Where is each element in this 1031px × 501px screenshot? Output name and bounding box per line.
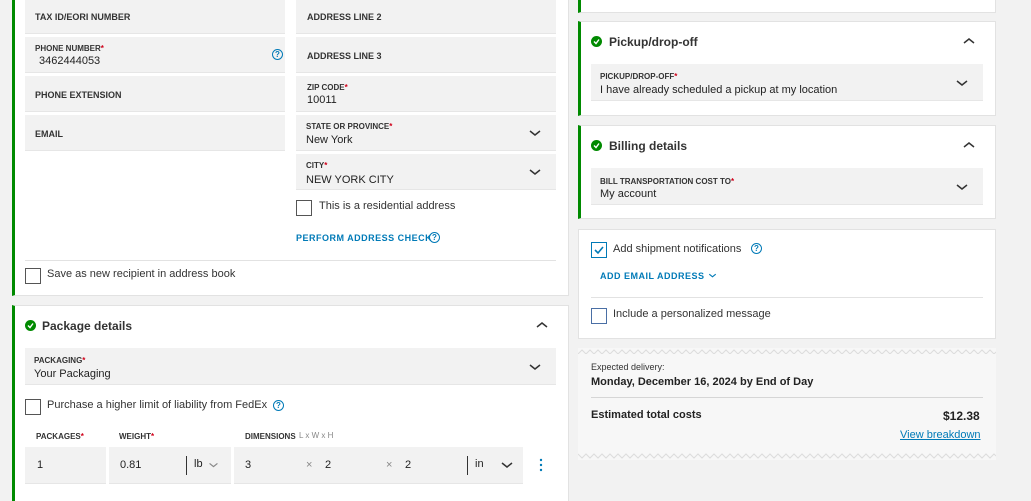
pickup-value: I have already scheduled a pickup at my … (600, 84, 838, 96)
packaging-label: PACKAGING* (34, 356, 86, 365)
previous-section-card (578, 0, 996, 13)
phone-number-label: PHONE NUMBER* (35, 44, 104, 53)
chevron-up-icon[interactable] (962, 36, 976, 46)
chevron-down-icon (956, 80, 968, 86)
zigzag-bottom-edge (578, 453, 996, 459)
estimated-total-value: $12.38 (943, 409, 980, 423)
city-value: NEW YORK CITY (306, 174, 394, 186)
state-value: New York (306, 134, 353, 146)
chevron-down-icon (529, 364, 541, 370)
liability-label: Purchase a higher limit of liability fro… (47, 399, 268, 411)
save-recipient-checkbox[interactable] (25, 268, 41, 284)
notifications-divider (591, 297, 983, 298)
zip-code-label: ZIP CODE* (307, 83, 348, 92)
zigzag-top-edge (578, 349, 996, 354)
tax-id-label: TAX ID/EORI NUMBER (35, 12, 131, 22)
personalized-message-label: Include a personalized message (613, 308, 771, 320)
dimensions-input[interactable]: 3 × 2 × 2 in (234, 447, 523, 484)
perform-address-check-link[interactable]: PERFORM ADDRESS CHECK (296, 233, 432, 243)
chevron-up-icon[interactable] (962, 140, 976, 150)
pickup-title: Pickup/drop-off (609, 35, 698, 49)
address-line3-field[interactable]: ADDRESS LINE 3 (296, 37, 556, 73)
email-label: EMAIL (35, 129, 63, 139)
check-circle-icon (591, 140, 602, 151)
notifications-help-icon[interactable]: ? (751, 243, 762, 254)
chevron-down-icon (708, 273, 717, 278)
dimensions-column-label: DIMENSIONS (245, 432, 296, 441)
weight-column-label: WEIGHT* (119, 432, 155, 441)
packaging-value: Your Packaging (34, 368, 111, 380)
tax-id-field[interactable]: TAX ID/EORI NUMBER (25, 0, 285, 34)
check-circle-icon (25, 320, 36, 331)
address-line2-field[interactable]: ADDRESS LINE 2 (296, 0, 556, 34)
estimated-total-label: Estimated total costs (591, 409, 702, 421)
recipient-divider (25, 260, 556, 261)
weight-unit-select[interactable]: lb (194, 458, 203, 470)
weight-value: 0.81 (120, 459, 142, 471)
packaging-select[interactable]: PACKAGING* Your Packaging (25, 348, 556, 385)
save-recipient-label: Save as new recipient in address book (47, 268, 236, 280)
state-label: STATE OR PROVINCE* (306, 122, 393, 131)
chevron-down-icon (956, 184, 968, 190)
view-breakdown-link[interactable]: View breakdown (900, 429, 981, 441)
add-email-address-link[interactable]: ADD EMAIL ADDRESS (600, 271, 705, 281)
pickup-select[interactable]: PICKUP/DROP-OFF* I have already schedule… (591, 64, 983, 101)
pickup-label: PICKUP/DROP-OFF* (600, 72, 678, 81)
billing-title: Billing details (609, 139, 688, 153)
chevron-down-icon (209, 462, 218, 468)
personalized-message-checkbox[interactable] (591, 308, 607, 324)
phone-extension-field[interactable]: PHONE EXTENSION (25, 76, 285, 112)
dimension-unit-select[interactable]: in (475, 458, 484, 470)
weight-input[interactable]: 0.81 lb (109, 447, 231, 484)
shipment-notifications-label: Add shipment notifications (613, 243, 742, 255)
chevron-down-icon (529, 169, 541, 175)
email-field[interactable]: EMAIL (25, 115, 285, 151)
address-line3-label: ADDRESS LINE 3 (307, 51, 382, 61)
vertical-dots-icon[interactable] (538, 458, 544, 472)
packages-column-label: PACKAGES* (36, 432, 84, 441)
phone-extension-label: PHONE EXTENSION (35, 90, 122, 100)
dimensions-hint: L x W x H (299, 431, 334, 440)
zip-code-value: 10011 (307, 94, 337, 106)
city-label: CITY* (306, 161, 328, 170)
times-icon: × (386, 459, 393, 471)
packages-input[interactable]: 1 (25, 447, 106, 484)
zip-code-field[interactable]: ZIP CODE* 10011 (296, 76, 556, 112)
dimension-unit-separator (467, 456, 468, 475)
billing-value: My account (600, 188, 657, 200)
shipment-notifications-checkbox[interactable] (591, 242, 607, 258)
state-select[interactable]: STATE OR PROVINCE* New York (296, 115, 556, 151)
packages-value: 1 (37, 459, 44, 471)
package-details-title: Package details (42, 319, 133, 333)
dimension-height-value: 2 (405, 459, 412, 471)
city-select[interactable]: CITY* NEW YORK CITY (296, 154, 556, 190)
billing-label: BILL TRANSPORTATION COST TO* (600, 177, 735, 186)
chevron-up-icon[interactable] (535, 320, 549, 330)
check-circle-icon (591, 36, 602, 47)
address-check-help-icon[interactable]: ? (429, 232, 440, 243)
summary-divider (591, 397, 983, 398)
checkmark-icon (594, 246, 604, 255)
address-line2-label: ADDRESS LINE 2 (307, 12, 382, 22)
phone-number-value: 3462444053 (39, 55, 101, 67)
expected-delivery-label: Expected delivery: (591, 362, 665, 372)
dimension-length-value: 3 (245, 459, 252, 471)
expected-delivery-value: Monday, December 16, 2024 by End of Day (591, 376, 814, 388)
liability-checkbox[interactable] (25, 399, 41, 415)
chevron-down-icon (529, 130, 541, 136)
residential-checkbox[interactable] (296, 200, 312, 216)
phone-help-icon[interactable]: ? (272, 49, 283, 60)
liability-help-icon[interactable]: ? (273, 400, 284, 411)
weight-unit-separator (186, 456, 187, 475)
residential-label: This is a residential address (319, 200, 456, 212)
phone-number-field[interactable]: PHONE NUMBER* 3462444053 (25, 37, 285, 73)
times-icon: × (306, 459, 313, 471)
dimension-width-value: 2 (325, 459, 332, 471)
billing-select[interactable]: BILL TRANSPORTATION COST TO* My account (591, 168, 983, 205)
chevron-down-icon (501, 462, 513, 468)
